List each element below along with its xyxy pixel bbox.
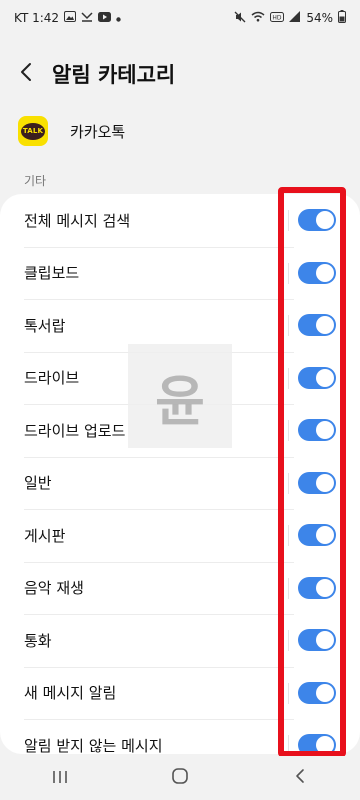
toggle-switch[interactable]	[298, 629, 336, 651]
setting-label: 일반	[24, 474, 52, 493]
nav-bar	[0, 756, 360, 800]
home-icon	[171, 767, 189, 789]
toggle-knob	[316, 263, 334, 282]
logo-bubble: TALK	[21, 122, 45, 140]
setting-row[interactable]: 드라이브 업로드	[0, 404, 360, 457]
setting-label: 전체 메시지 검색	[24, 211, 131, 230]
toggle-knob	[316, 683, 334, 702]
toggle-knob	[316, 736, 334, 754]
toggle-switch[interactable]	[298, 734, 336, 754]
toggle-switch[interactable]	[298, 209, 336, 231]
setting-label: 드라이브 업로드	[24, 421, 126, 440]
row-divider	[288, 210, 289, 231]
carrier-time: KT 1:42	[14, 11, 60, 25]
setting-row[interactable]: 일반	[0, 456, 360, 510]
row-divider	[288, 420, 289, 441]
row-divider	[288, 630, 289, 651]
setting-label: 통화	[24, 631, 52, 650]
toggle-knob	[316, 316, 334, 334]
setting-label: 새 메시지 알림	[24, 684, 117, 703]
row-divider	[288, 525, 289, 546]
setting-row[interactable]: 알림 받지 않는 메시지	[0, 719, 360, 754]
battery-percent: 54%	[306, 11, 333, 25]
header: 알림 카테고리	[0, 52, 360, 96]
toggle-switch[interactable]	[298, 366, 336, 389]
status-bar: KT 1:42 HD 54%	[0, 0, 360, 36]
toggle-knob	[316, 211, 334, 229]
toggle-knob	[316, 631, 334, 649]
setting-row[interactable]: 전체 메시지 검색	[0, 194, 360, 247]
recents-button[interactable]	[40, 758, 80, 798]
section-label: 기타	[24, 174, 47, 188]
setting-label: 클립보드	[24, 264, 80, 283]
setting-row[interactable]: 톡서랍	[0, 299, 360, 352]
back-icon	[294, 768, 306, 788]
setting-row[interactable]: 음악 재생	[0, 561, 360, 615]
toggle-switch[interactable]	[298, 261, 336, 284]
setting-label: 톡서랍	[24, 316, 66, 335]
toggle-switch[interactable]	[298, 576, 336, 599]
chevron-left-icon	[19, 62, 33, 86]
nav-back-button[interactable]	[280, 758, 320, 798]
row-divider	[288, 577, 289, 599]
toggle-switch[interactable]	[298, 681, 336, 704]
row-divider	[288, 472, 289, 494]
toggle-knob	[316, 473, 334, 492]
hd-volte-icon: HD	[270, 11, 285, 25]
row-divider	[288, 262, 289, 284]
toggle-knob	[316, 421, 334, 439]
toggle-knob	[316, 368, 334, 387]
setting-label: 드라이브	[24, 369, 80, 388]
setting-label: 알림 받지 않는 메시지	[24, 736, 163, 754]
mute-icon	[234, 11, 246, 26]
image-icon	[64, 11, 77, 25]
status-left: KT 1:42	[14, 11, 121, 25]
missed-call-icon	[81, 11, 93, 25]
row-divider	[288, 735, 289, 754]
battery-icon	[338, 10, 346, 26]
setting-row[interactable]: 클립보드	[0, 246, 360, 300]
row-divider	[288, 367, 289, 389]
back-button[interactable]	[0, 52, 52, 96]
kakaotalk-logo-icon: TALK	[18, 116, 48, 146]
svg-text:HD: HD	[273, 14, 283, 21]
setting-row[interactable]: 게시판	[0, 509, 360, 562]
settings-card: 전체 메시지 검색클립보드톡서랍드라이브드라이브 업로드일반게시판음악 재생통화…	[0, 194, 360, 754]
row-divider	[288, 682, 289, 704]
signal-icon	[289, 11, 301, 25]
toggle-switch[interactable]	[298, 471, 336, 494]
app-row: TALK 카카오톡	[18, 112, 125, 150]
app-name: 카카오톡	[70, 122, 126, 141]
home-button[interactable]	[160, 758, 200, 798]
setting-label: 게시판	[24, 526, 66, 545]
dot-icon	[116, 12, 121, 25]
page-title: 알림 카테고리	[52, 63, 176, 87]
row-divider	[288, 315, 289, 336]
toggle-switch[interactable]	[298, 419, 336, 441]
recents-icon	[52, 769, 68, 788]
toggle-knob	[316, 578, 334, 597]
status-right: HD 54%	[234, 10, 346, 26]
toggle-switch[interactable]	[298, 314, 336, 336]
toggle-knob	[316, 526, 334, 544]
youtube-icon	[98, 11, 112, 25]
toggle-switch[interactable]	[298, 524, 336, 546]
wifi-icon	[251, 11, 265, 25]
setting-label: 음악 재생	[24, 579, 84, 598]
setting-row[interactable]: 통화	[0, 614, 360, 667]
setting-row[interactable]: 새 메시지 알림	[0, 666, 360, 720]
setting-row[interactable]: 드라이브	[0, 351, 360, 405]
